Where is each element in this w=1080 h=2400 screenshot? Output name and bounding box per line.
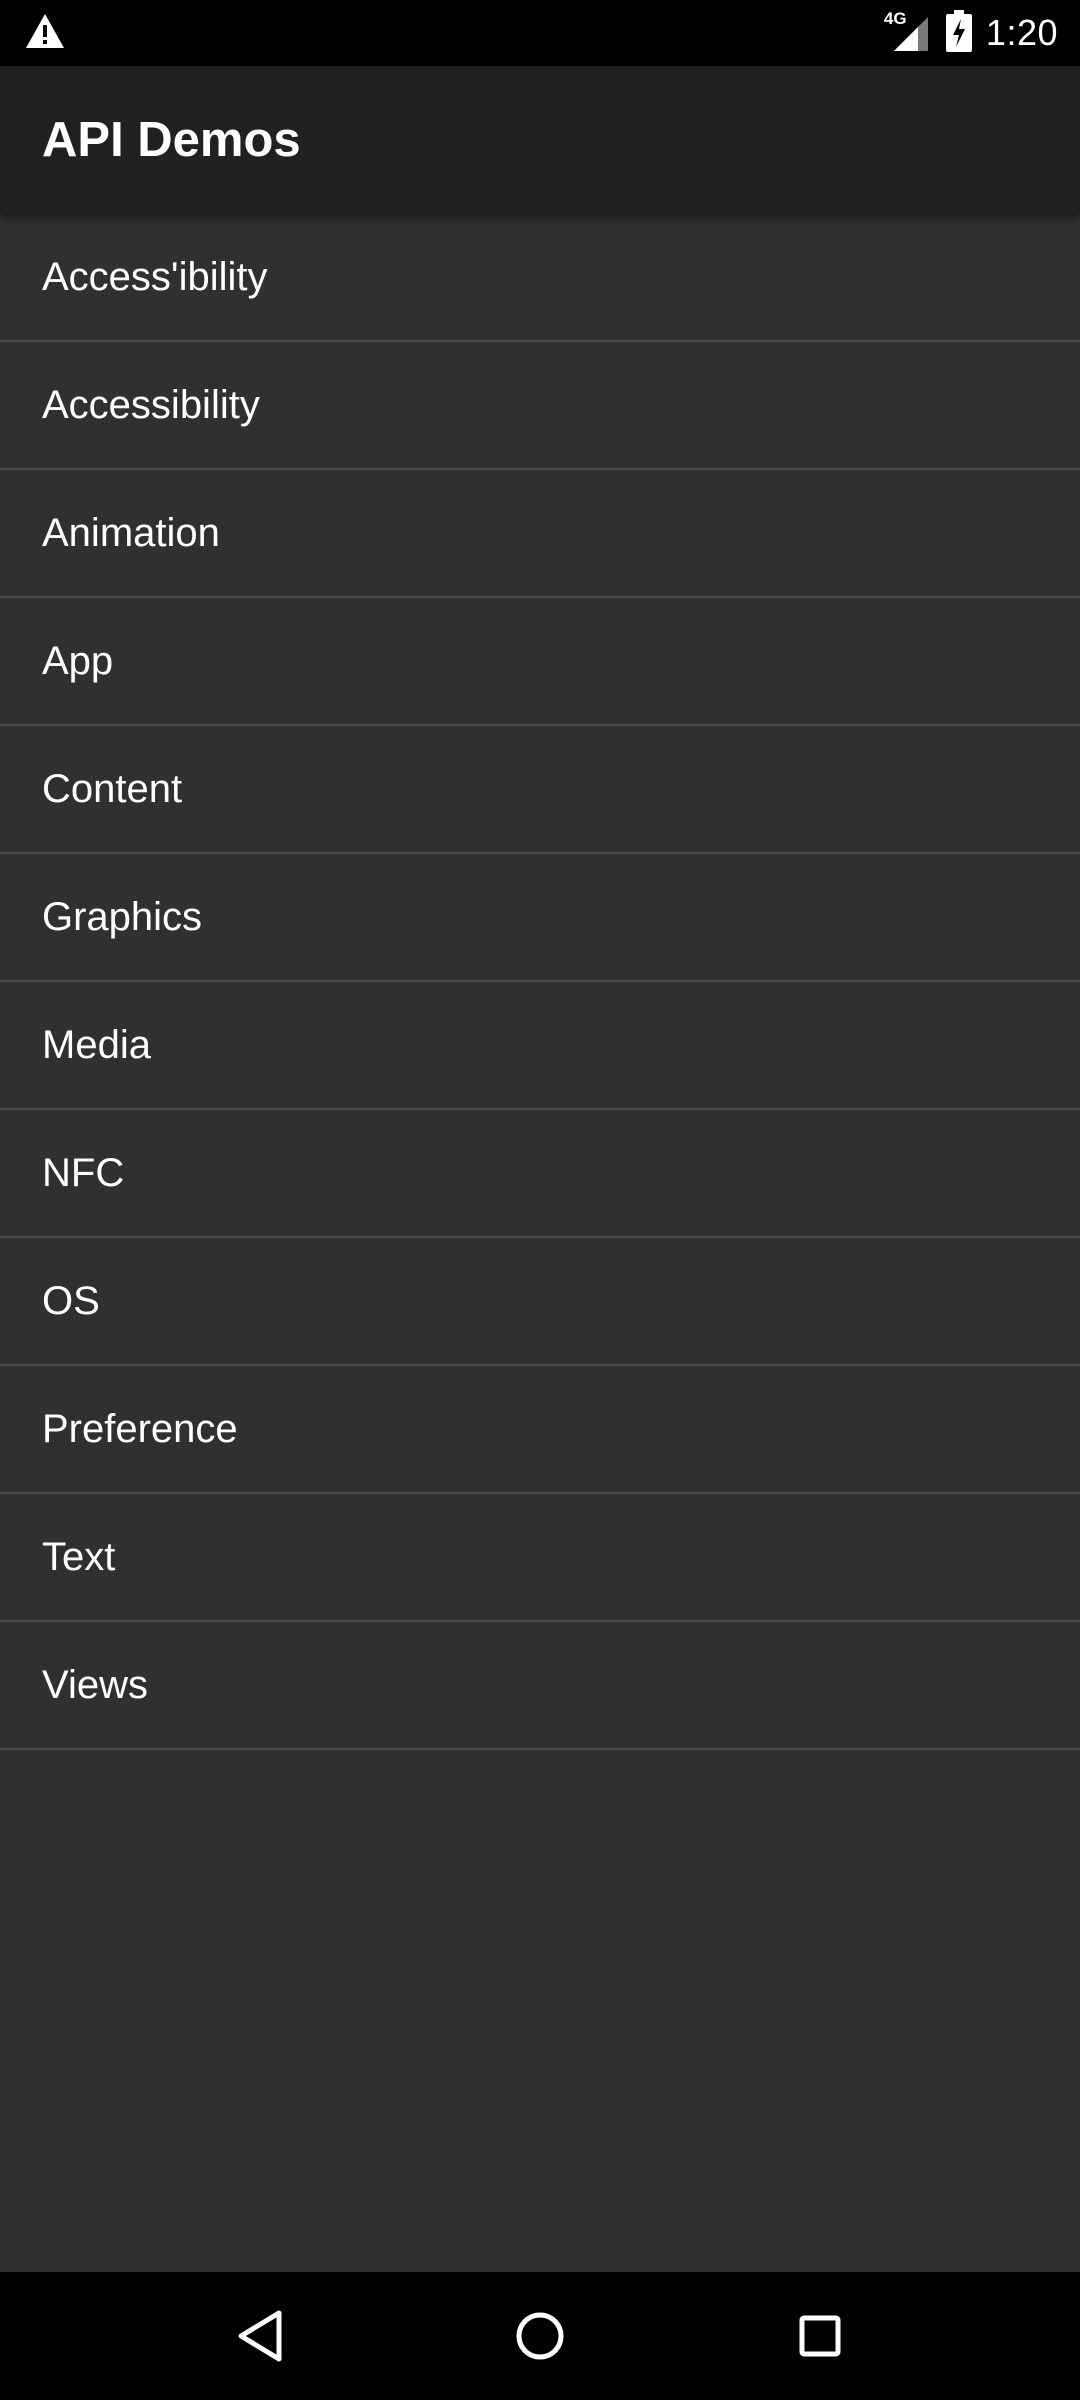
list-item[interactable]: Accessibility xyxy=(0,342,1080,470)
home-icon xyxy=(516,2312,564,2360)
back-button[interactable] xyxy=(215,2291,305,2381)
list-item-label: Views xyxy=(42,1662,148,1707)
home-button[interactable] xyxy=(495,2291,585,2381)
screen: 4G 1:20 API Demos Access'ibility Accessi… xyxy=(0,0,1080,2400)
list-item-label: Preference xyxy=(42,1406,238,1451)
list-item-label: Animation xyxy=(42,510,220,555)
warning-icon xyxy=(24,12,66,55)
list-item-label: Access'ibility xyxy=(42,254,268,299)
status-time: 1:20 xyxy=(985,12,1058,53)
status-left xyxy=(24,12,66,55)
navigation-bar xyxy=(0,2272,1080,2400)
list-item-label: Content xyxy=(42,766,183,811)
list-item[interactable]: Preference xyxy=(0,1366,1080,1494)
list-item[interactable]: NFC xyxy=(0,1110,1080,1238)
list-item-label: NFC xyxy=(42,1150,125,1195)
list-item[interactable]: Views xyxy=(0,1622,1080,1750)
list-item[interactable]: Graphics xyxy=(0,854,1080,982)
list-item[interactable]: OS xyxy=(0,1238,1080,1366)
list-item-label: Accessibility xyxy=(42,382,260,427)
app-title: API Demos xyxy=(42,113,301,167)
signal-indicator: 4G xyxy=(884,9,932,55)
recents-button[interactable] xyxy=(775,2291,865,2381)
app-bar: API Demos xyxy=(0,66,1080,214)
status-bar: 4G 1:20 xyxy=(0,0,1080,66)
list-item-label: Graphics xyxy=(42,894,203,939)
status-right: 4G 1:20 xyxy=(884,9,1058,57)
list-item-label: OS xyxy=(42,1278,100,1323)
back-icon xyxy=(238,2310,282,2362)
list-item[interactable]: Text xyxy=(0,1494,1080,1622)
signal-icon xyxy=(893,17,928,51)
list-item-label: Media xyxy=(42,1022,151,1067)
list-item[interactable]: Media xyxy=(0,982,1080,1110)
list-item[interactable]: Access'ibility xyxy=(0,214,1080,342)
demo-list: Access'ibility Accessibility Animation A… xyxy=(0,214,1080,1750)
list-item-label: App xyxy=(42,638,114,683)
list-item[interactable]: Content xyxy=(0,726,1080,854)
battery-charging-icon xyxy=(945,9,972,57)
list-item-label: Text xyxy=(42,1534,116,1579)
list-item[interactable]: Animation xyxy=(0,470,1080,598)
recents-icon xyxy=(799,2315,841,2357)
list-item[interactable]: App xyxy=(0,598,1080,726)
